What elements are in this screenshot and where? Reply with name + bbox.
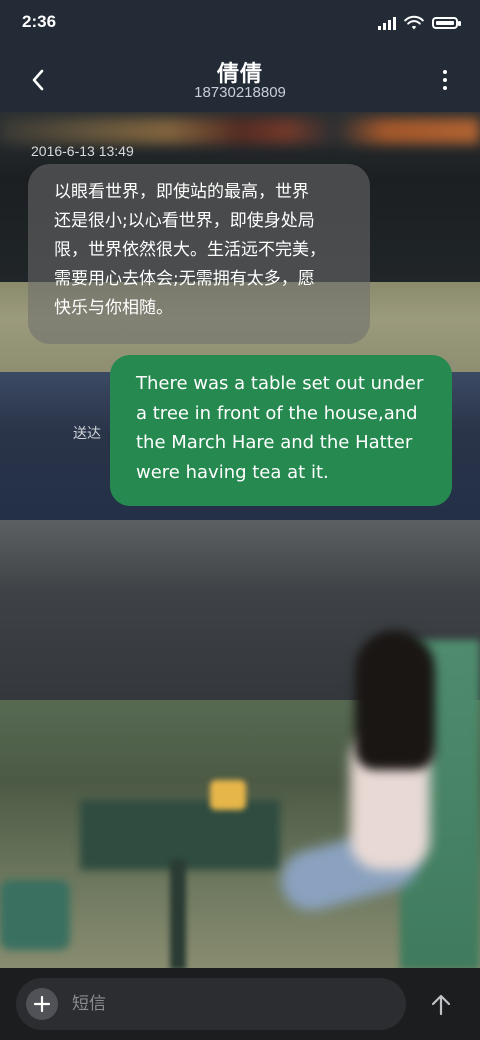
message-input[interactable] xyxy=(72,990,392,1018)
add-attachment-button[interactable] xyxy=(26,988,58,1020)
message-line: 以眼看世界，即使站的最高，世界 xyxy=(54,182,309,202)
composer-bar xyxy=(0,968,480,1040)
outgoing-message-bubble[interactable]: There was a table set out under a tree i… xyxy=(110,355,452,506)
wifi-icon xyxy=(404,15,424,30)
cell-signal-icon xyxy=(378,16,396,30)
conversation-header: 倩倩 18730218809 xyxy=(0,46,480,112)
message-line: 限，世界依然很大。生活远不完美， xyxy=(54,240,326,260)
battery-icon xyxy=(432,17,461,29)
incoming-message-bubble[interactable]: 以眼看世界，即使站的最高，世界 还是很小;以心看世界，即使身处局 限，世界依然很… xyxy=(28,164,370,344)
status-icons xyxy=(378,14,461,32)
message-line: were having tea at it. xyxy=(136,461,329,483)
message-line: the March Hare and the Hatter xyxy=(136,432,413,453)
message-line: 快乐与你相随。 xyxy=(54,298,173,318)
plus-icon xyxy=(33,995,51,1013)
send-button[interactable] xyxy=(426,990,456,1020)
message-timestamp: 2016-6-13 13:49 xyxy=(31,143,134,159)
delivery-status: 送达 xyxy=(73,426,101,442)
message-line: a tree in front of the house,and xyxy=(136,402,418,424)
message-line: There was a table set out under xyxy=(136,373,424,394)
vertical-dots-icon xyxy=(443,70,447,74)
message-line: 还是很小;以心看世界，即使身处局 xyxy=(54,211,315,231)
status-bar: 2:36 xyxy=(0,0,480,46)
message-input-container xyxy=(16,978,406,1030)
arrow-up-icon xyxy=(431,994,451,1016)
message-line: 需要用心去体会;无需拥有太多，愿 xyxy=(54,269,315,289)
contact-phone-number: 18730218809 xyxy=(194,84,286,101)
more-options-button[interactable] xyxy=(430,64,460,96)
status-time: 2:36 xyxy=(22,12,57,31)
